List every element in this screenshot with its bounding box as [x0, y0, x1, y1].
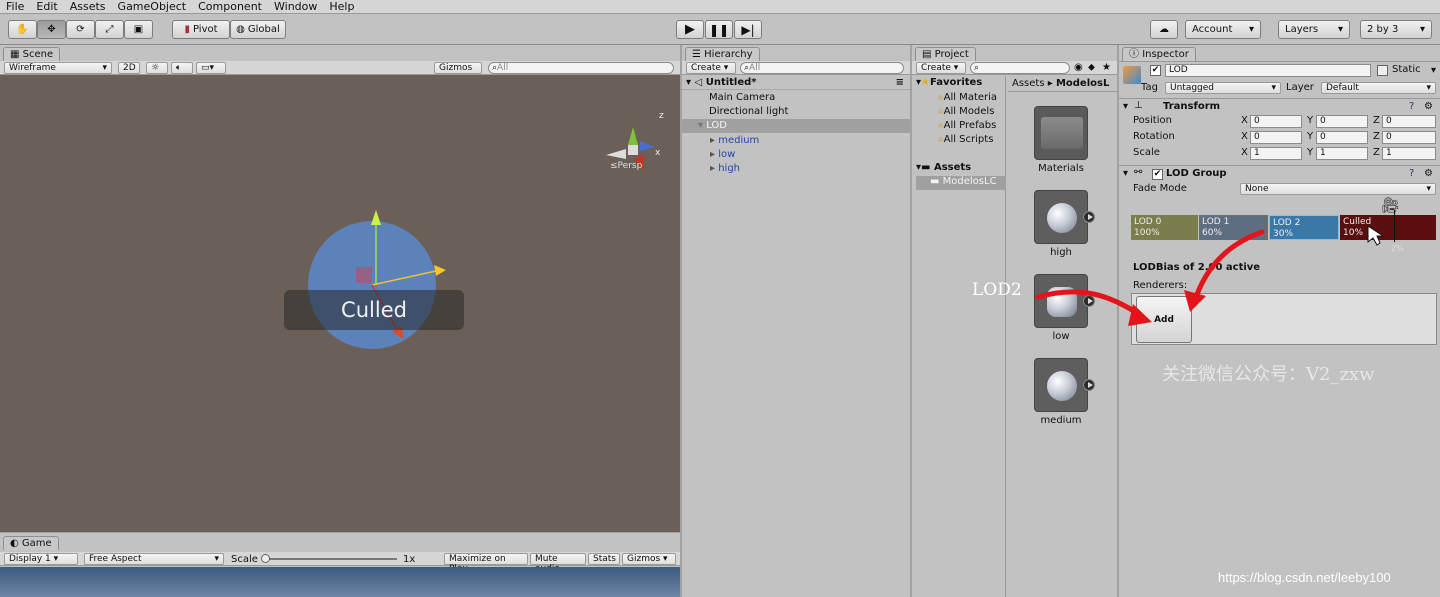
- credit-text: https://blog.csdn.net/leeby100: [1218, 570, 1391, 585]
- annotation-arrows: [1035, 225, 1385, 326]
- watermark-text: 关注微信公众号：V2_zxw: [1162, 364, 1375, 385]
- mouse-cursor-icon: [1367, 225, 1385, 246]
